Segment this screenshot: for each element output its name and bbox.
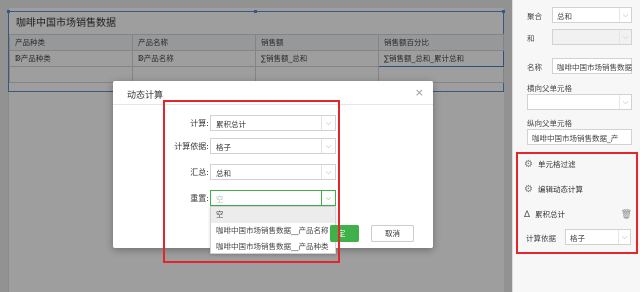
ok-button[interactable]: 定: [330, 225, 359, 242]
name-input[interactable]: 咖啡中国市场销售数据: [552, 58, 632, 74]
chevron-down-icon: ⌵: [619, 95, 631, 109]
chevron-down-icon: ⌵: [618, 230, 630, 244]
name-label: 名称: [527, 63, 542, 72]
gear-icon: ⚙: [524, 184, 533, 195]
delta-icon: ∆: [524, 209, 531, 220]
vertical-parent-value: 咖啡中国市场销售数据_产: [532, 134, 619, 143]
field-row-summary: 汇总: 总和 ⌵: [113, 164, 433, 180]
horizontal-parent-select[interactable]: ⌵: [527, 94, 632, 110]
field-row-reset: 重置: 空 ⌵: [113, 190, 433, 206]
cell-filter-button[interactable]: ⚙ 单元格过滤: [524, 159, 575, 170]
summary-value: 总和: [216, 169, 231, 178]
cancel-button[interactable]: 取消: [371, 225, 414, 242]
chevron-down-icon: ⌵: [321, 191, 335, 205]
horizontal-parent-label: 横向父单元格: [527, 84, 572, 93]
chevron-down-icon: ⌵: [321, 165, 335, 179]
aggregate-value: 总和: [557, 12, 572, 21]
properties-panel: 聚合 总和 ⌵ 和 ⌵ 名称 咖啡中国市场销售数据 横向父单元格 ⌵ 纵向父单元…: [512, 0, 640, 292]
vertical-parent-label: 纵向父单元格: [527, 119, 572, 128]
dialog-divider: [113, 104, 433, 105]
cell-filter-label: 单元格过滤: [537, 160, 576, 169]
calc-item-label: 累积总计: [535, 210, 566, 219]
calc-basis-panel-label: 计算依据: [526, 234, 556, 243]
summary-label: 汇总:: [190, 168, 209, 177]
and-label: 和: [527, 34, 535, 43]
calc-basis-label: 计算依据:: [174, 142, 209, 151]
edit-dynamic-calc-label: 编辑动态计算: [537, 185, 583, 194]
dropdown-option-product-name[interactable]: 咖啡中国市场销售数据__产品名称: [211, 223, 335, 239]
edit-dynamic-calc-button[interactable]: ⚙ 编辑动态计算: [524, 184, 583, 195]
calculation-value: 累积总计: [216, 120, 246, 129]
reset-value: 空: [216, 195, 224, 204]
summary-select[interactable]: 总和 ⌵: [210, 164, 336, 180]
name-value: 咖啡中国市场销售数据: [557, 63, 632, 72]
chevron-down-icon: ⌵: [619, 8, 631, 22]
reset-label: 重置:: [190, 194, 209, 203]
field-row-calc-basis: 计算依据: 格子 ⌵: [113, 138, 433, 154]
dialog-title: 动态计算: [127, 91, 164, 101]
aggregate-select[interactable]: 总和 ⌵: [552, 7, 632, 23]
trash-icon[interactable]: 🗑: [621, 210, 632, 220]
chevron-down-icon: ⌵: [321, 139, 335, 153]
calculation-select[interactable]: 累积总计 ⌵: [210, 115, 336, 131]
calc-item-row[interactable]: ∆ 累积总计 🗑: [524, 209, 632, 220]
calc-basis-panel-value: 格子: [570, 234, 585, 243]
and-select[interactable]: ⌵: [552, 29, 632, 45]
dropdown-option-product-category[interactable]: 咖啡中国市场销售数据__产品种类: [211, 239, 335, 255]
dropdown-option-empty[interactable]: 空: [211, 207, 335, 223]
calc-basis-select[interactable]: 格子 ⌵: [210, 138, 336, 154]
chevron-down-icon: ⌵: [321, 116, 335, 130]
aggregate-label: 聚合: [527, 12, 542, 21]
close-icon[interactable]: ×: [415, 86, 424, 99]
vertical-parent-select[interactable]: 咖啡中国市场销售数据_产: [527, 129, 632, 145]
calculation-label: 计算:: [190, 119, 209, 128]
calc-basis-panel-select[interactable]: 格子 ⌵: [565, 229, 631, 245]
reset-select[interactable]: 空 ⌵: [210, 190, 336, 206]
chevron-down-icon: ⌵: [619, 30, 631, 44]
field-row-calculation: 计算: 累积总计 ⌵: [113, 115, 433, 131]
calc-basis-value: 格子: [216, 143, 231, 152]
gear-icon: ⚙: [524, 159, 533, 170]
reset-dropdown-list: 空 咖啡中国市场销售数据__产品名称 咖啡中国市场销售数据__产品种类: [210, 206, 336, 254]
